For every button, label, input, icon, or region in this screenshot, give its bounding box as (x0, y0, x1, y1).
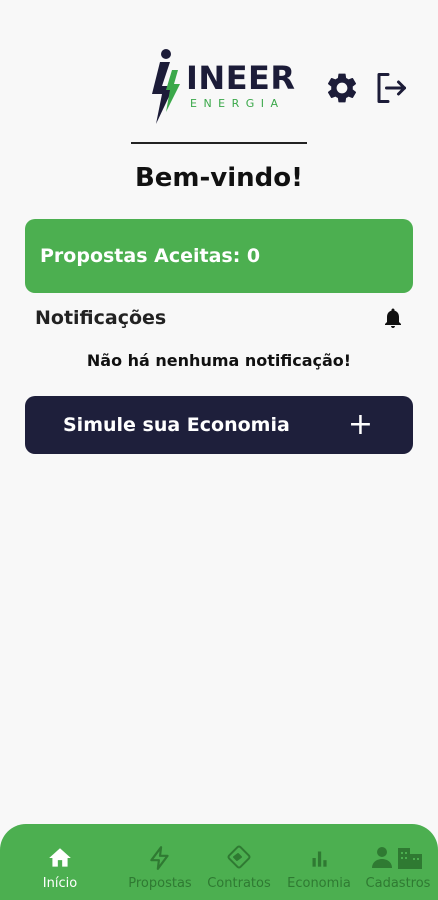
accepted-proposals-card[interactable]: Propostas Aceitas: 0 (25, 219, 413, 293)
nav-label-contratos: Contratos (207, 876, 271, 891)
simulate-economy-button[interactable]: Simule sua Economia + (25, 396, 413, 454)
lightning-logo-mark (152, 49, 180, 124)
nav-label-propostas: Propostas (128, 876, 192, 891)
home-icon (49, 848, 71, 867)
nav-label-cadastros: Cadastros (365, 876, 431, 891)
header-divider (131, 142, 307, 144)
notifications-empty-message: Não há nenhuma notificação! (86, 351, 352, 370)
nav-label-economia: Economia (287, 876, 351, 891)
lightning-icon (150, 846, 169, 870)
simulate-economy-label: Simule sua Economia (63, 414, 290, 436)
plus-icon: + (347, 407, 373, 442)
nav-item-inicio[interactable]: Início (20, 844, 100, 891)
notifications-header: Notificações (35, 303, 405, 333)
app-header: INEER ENERGIA (0, 46, 438, 126)
bottom-navigation: Início Propostas Contratos Economia Cada… (0, 824, 438, 900)
logout-button[interactable] (371, 68, 411, 108)
nav-item-economia[interactable]: Economia (279, 844, 359, 891)
bar-chart-icon (312, 851, 327, 867)
notifications-title: Notificações (35, 307, 167, 329)
logo-wordmark: INEER (186, 59, 296, 97)
nav-item-cadastros[interactable]: Cadastros (358, 844, 438, 891)
gear-icon (327, 73, 357, 103)
logo-subtitle: ENERGIA (190, 97, 285, 110)
nav-label-inicio: Início (42, 876, 78, 891)
user-building-icon (372, 847, 422, 869)
ineer-logo: INEER ENERGIA (148, 48, 298, 126)
settings-button[interactable] (322, 68, 362, 108)
accepted-proposals-label: Propostas Aceitas: 0 (40, 245, 261, 267)
nav-item-propostas[interactable]: Propostas (120, 844, 200, 891)
logout-icon (377, 73, 406, 103)
welcome-title: Bem-vindo! (134, 163, 304, 193)
bell-icon[interactable] (381, 305, 405, 331)
handshake-icon (227, 845, 251, 869)
nav-item-contratos[interactable]: Contratos (199, 844, 279, 891)
